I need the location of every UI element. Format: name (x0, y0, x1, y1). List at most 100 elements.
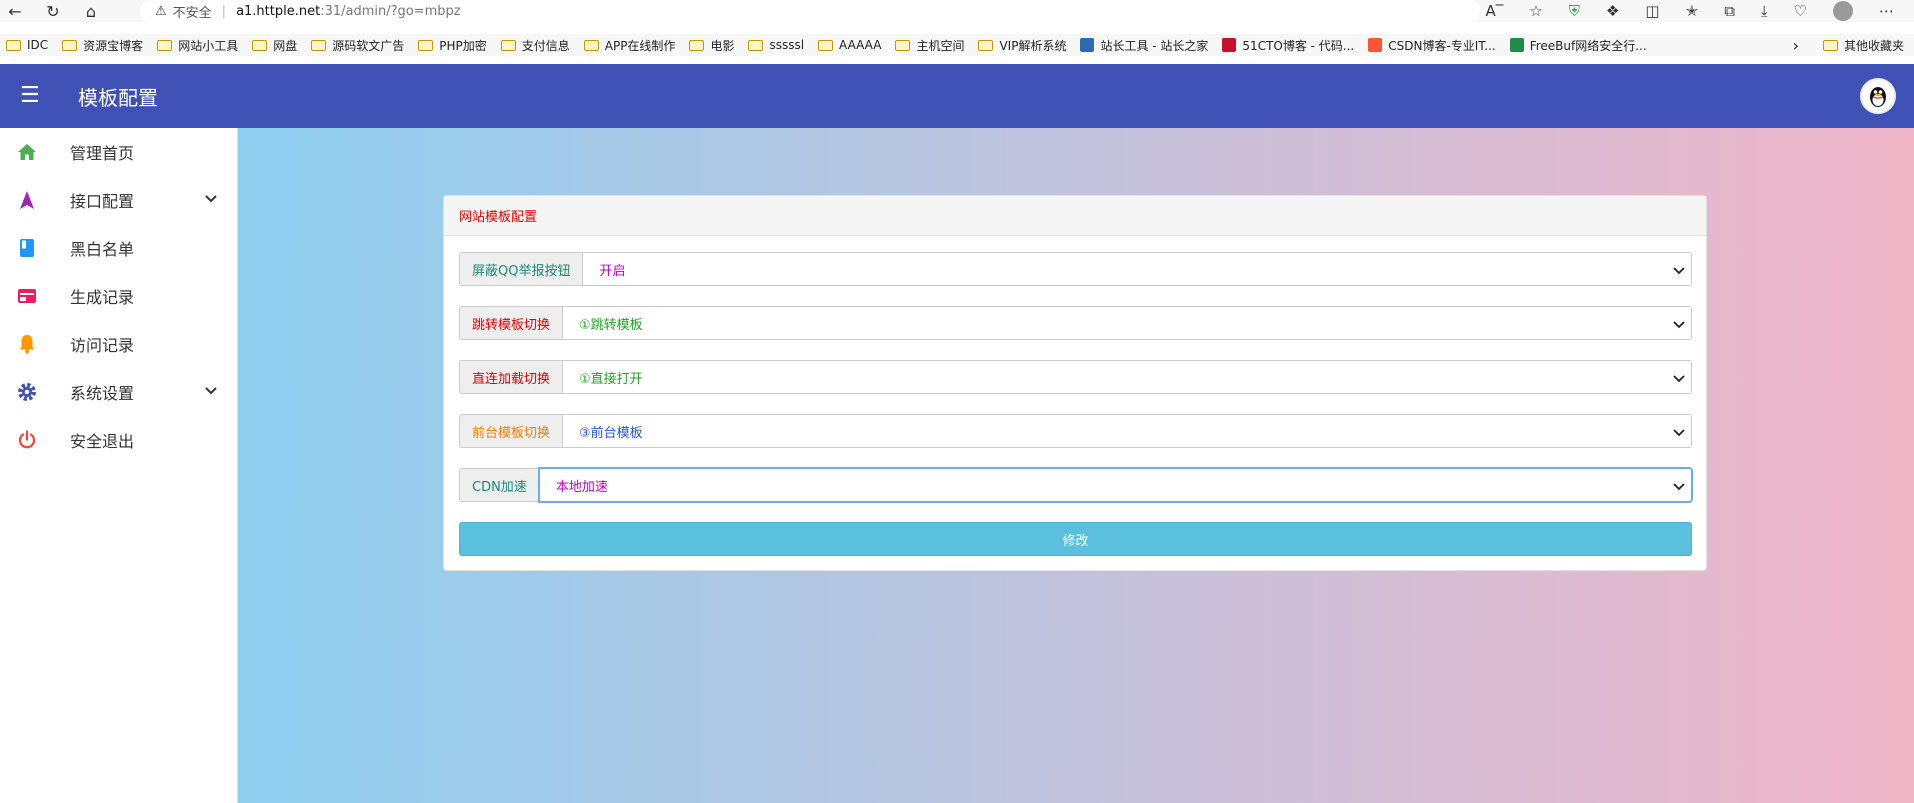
bookmark-item[interactable]: AAAAA (818, 38, 881, 52)
bookmark-item[interactable]: 网盘 (252, 37, 297, 54)
sidebar-item-generate-log[interactable]: 生成记录 (0, 272, 237, 320)
folder-icon (583, 39, 599, 51)
bookmark-label: 主机空间 (916, 38, 965, 53)
bookmark-item[interactable]: VIP解析系统 (978, 37, 1066, 54)
bookmark-label: 51CTO博客 - 代码... (1242, 38, 1355, 53)
sidebar-item-visit-log[interactable]: 访问记录 (0, 320, 237, 368)
extensions-icon[interactable]: ❖ (1606, 2, 1619, 20)
folder-icon (1822, 39, 1838, 51)
app-header: ☰ 模板配置 (0, 64, 1914, 128)
bookmark-item[interactable]: sssssl (748, 38, 804, 52)
select-value: ①跳转模板 (579, 317, 643, 333)
chevron-down-icon (1673, 318, 1685, 333)
sidebar-item-label: 生成记录 (70, 288, 135, 307)
site-favicon-icon (1509, 38, 1524, 52)
download-icon[interactable]: ⤓ (1761, 2, 1768, 20)
address-bar[interactable]: ⚠ 不安全 | a1.httple.net:31/admin/?go=mbpz (140, 0, 1480, 22)
sidebar-item-home[interactable]: 管理首页 (0, 128, 237, 176)
bell-icon (16, 333, 38, 355)
site-favicon-icon (1080, 38, 1095, 52)
folder-icon (689, 39, 705, 51)
select-value: ③前台模板 (579, 425, 643, 441)
sidebar-item-label: 管理首页 (70, 144, 135, 163)
select-value: 开启 (599, 263, 626, 279)
field-label: 屏蔽QQ举报按钮 (459, 252, 583, 286)
bookmark-label: 源码软文广告 (332, 38, 405, 53)
chevron-down-icon[interactable] (205, 192, 217, 207)
favorite-star-icon[interactable]: ☆ (1529, 2, 1542, 20)
read-aloud-icon[interactable]: A‾ (1485, 2, 1503, 20)
sidebar-item-label: 系统设置 (70, 384, 135, 403)
other-bookmarks-label: 其他收藏夹 (1843, 38, 1904, 53)
collections-icon[interactable]: ⧉ (1724, 2, 1735, 20)
sidebar-item-black-white-list[interactable]: 黑白名单 (0, 224, 237, 272)
redirect-template-select[interactable]: ①跳转模板 (562, 306, 1692, 340)
menu-icon[interactable]: ☰ (20, 85, 50, 107)
bookmark-item[interactable]: IDC (6, 38, 48, 52)
bookmark-item[interactable]: CSDN博客-专业IT... (1368, 37, 1496, 54)
other-bookmarks[interactable]: 其他收藏夹 (1822, 37, 1904, 54)
card-icon (16, 285, 38, 307)
field-label: 前台模板切换 (459, 414, 563, 448)
cdn-select[interactable]: 本地加速 (538, 468, 1692, 502)
bookmark-item[interactable]: 网站小工具 (157, 37, 238, 54)
front-template-select[interactable]: ③前台模板 (562, 414, 1692, 448)
bookmark-item[interactable]: APP在线制作 (583, 37, 675, 54)
performance-icon[interactable]: ♡ (1794, 2, 1807, 20)
sidebar: 管理首页 接口配置 黑白名单 生成记录 访问记录 系统设置 安全退出 (0, 128, 238, 803)
book-icon (16, 237, 38, 259)
sidebar-item-logout[interactable]: 安全退出 (0, 416, 237, 464)
chevron-right-icon[interactable]: › (1793, 36, 1799, 55)
warning-icon: ⚠ (155, 3, 167, 19)
url-path: :31/admin/?go=mbpz (320, 3, 461, 19)
profile-avatar[interactable] (1833, 1, 1853, 21)
template-config-panel: 网站模板配置 屏蔽QQ举报按钮 开启 跳转模板切换 ①跳转模板 直连加载切换 ①… (443, 195, 1707, 571)
folder-icon (818, 39, 834, 51)
select-value: ①直接打开 (579, 371, 643, 387)
sidebar-item-label: 接口配置 (70, 192, 135, 211)
avatar[interactable] (1860, 78, 1896, 114)
refresh-icon[interactable]: ↻ (38, 2, 68, 21)
navigation-icon (16, 189, 38, 211)
bookmark-item[interactable]: 源码软文广告 (311, 37, 404, 54)
form-row-direct-load: 直连加载切换 ①直接打开 (459, 360, 1692, 394)
chevron-down-icon[interactable] (205, 384, 217, 399)
gear-icon (16, 381, 38, 403)
bookmark-item[interactable]: 电影 (689, 37, 734, 54)
security-label: 不安全 (172, 5, 212, 21)
folder-icon (895, 39, 911, 51)
address-separator: | (221, 3, 227, 19)
qq-report-select[interactable]: 开启 (582, 252, 1692, 286)
main-content: 网站模板配置 屏蔽QQ举报按钮 开启 跳转模板切换 ①跳转模板 直连加载切换 ①… (238, 128, 1914, 803)
bookmark-label: 电影 (710, 38, 735, 53)
home-icon (16, 141, 38, 163)
browser-tools: A‾ ☆ ⛨ ❖ ◫ ✭ ⧉ ⤓ ♡ ⋯ (1485, 0, 1894, 22)
submit-button[interactable]: 修改 (459, 522, 1692, 556)
bookmark-item[interactable]: 支付信息 (500, 37, 570, 54)
bookmark-item[interactable]: 主机空间 (895, 37, 964, 54)
bookmark-item[interactable]: 资源宝博客 (62, 37, 143, 54)
chevron-down-icon (1673, 264, 1685, 279)
bookmark-label: 支付信息 (521, 38, 570, 53)
folder-icon (978, 39, 994, 51)
back-icon[interactable]: ← (0, 2, 30, 21)
folder-icon (62, 39, 78, 51)
bookmark-item[interactable]: PHP加密 (418, 37, 487, 54)
bookmark-item[interactable]: 51CTO博客 - 代码... (1222, 37, 1354, 54)
split-screen-icon[interactable]: ◫ (1645, 2, 1659, 20)
chevron-down-icon (1673, 426, 1685, 441)
direct-load-select[interactable]: ①直接打开 (562, 360, 1692, 394)
favorites-icon[interactable]: ✭ (1686, 2, 1699, 20)
more-menu-icon[interactable]: ⋯ (1879, 2, 1894, 20)
bookmark-item[interactable]: 站长工具 - 站长之家 (1080, 37, 1208, 54)
folder-icon (6, 39, 21, 51)
sidebar-item-api-config[interactable]: 接口配置 (0, 176, 237, 224)
folder-icon (157, 39, 173, 51)
home-icon[interactable]: ⌂ (76, 2, 106, 21)
bookmark-item[interactable]: FreeBuf网络安全行... (1509, 37, 1647, 54)
power-icon (16, 429, 38, 451)
shield-icon[interactable]: ⛨ (1569, 2, 1580, 20)
bookmark-label: AAAAA (839, 38, 882, 52)
sidebar-item-system-settings[interactable]: 系统设置 (0, 368, 237, 416)
bookmark-label: 资源宝博客 (83, 38, 144, 53)
